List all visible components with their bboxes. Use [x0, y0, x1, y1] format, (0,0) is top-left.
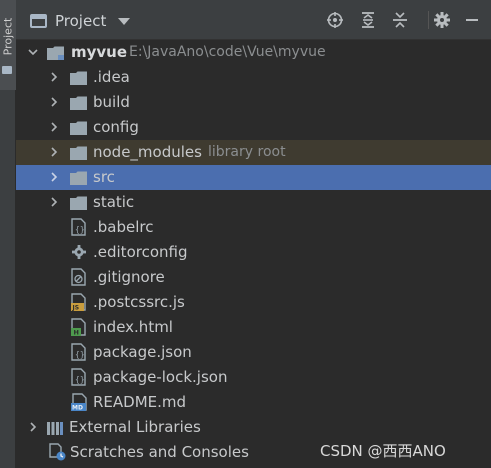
folder-icon: [70, 120, 87, 135]
root-folder-name: myvue: [71, 43, 128, 61]
tree-file-row[interactable]: JS .postcssrc.js: [16, 290, 491, 315]
gear-file-icon: [71, 243, 86, 261]
external-libraries-row[interactable]: External Libraries: [16, 415, 491, 440]
folder-icon: [70, 145, 87, 160]
tree-file-row[interactable]: {} .babelrc: [16, 215, 491, 240]
folder-name: src: [93, 168, 115, 186]
chevron-right-icon[interactable]: [28, 422, 37, 432]
chevron-right-icon[interactable]: [49, 122, 58, 132]
view-selector[interactable]: Project: [30, 10, 131, 32]
library-icon: [47, 420, 64, 435]
folder-icon: [47, 45, 64, 60]
folder-icon: [2, 66, 12, 74]
tree-folder-row-selected[interactable]: src: [16, 165, 491, 190]
root-folder-path: E:\JavaAno\code\Vue\myvue: [129, 44, 326, 60]
scratches-icon: [49, 443, 66, 461]
watermark: CSDN @西西ANO: [320, 442, 446, 460]
tree-folder-row[interactable]: node_modules library root: [16, 140, 491, 165]
chevron-right-icon[interactable]: [49, 197, 58, 207]
tree-folder-row[interactable]: build: [16, 90, 491, 115]
folder-name: .idea: [93, 68, 130, 86]
toolbar-separator: [428, 11, 429, 29]
tool-window-strip: Project: [0, 0, 16, 468]
tree-folder-row[interactable]: static: [16, 190, 491, 215]
svg-text:H: H: [74, 329, 79, 337]
file-name: .gitignore: [93, 268, 165, 286]
header-title: Project: [55, 12, 107, 30]
tree-file-row[interactable]: .editorconfig: [16, 240, 491, 265]
library-root-note: library root: [208, 144, 286, 160]
tree-file-row[interactable]: H index.html: [16, 315, 491, 340]
folder-icon: [70, 170, 87, 185]
collapse-all-icon[interactable]: [391, 11, 409, 29]
svg-text:{}: {}: [75, 350, 85, 359]
tree-file-row[interactable]: MD README.md: [16, 390, 491, 415]
svg-text:{}: {}: [75, 375, 85, 384]
json-file-icon: {}: [71, 218, 86, 236]
svg-text:JS: JS: [72, 305, 80, 312]
expand-all-icon[interactable]: [359, 11, 377, 29]
project-tool-tab-label: Project: [1, 17, 15, 56]
chevron-right-icon[interactable]: [49, 72, 58, 82]
tree-folder-row[interactable]: .idea: [16, 65, 491, 90]
tree-file-row[interactable]: .gitignore: [16, 265, 491, 290]
file-name: .editorconfig: [93, 243, 188, 261]
project-header: Project: [16, 0, 491, 40]
file-name: index.html: [93, 318, 173, 336]
file-name: README.md: [93, 393, 187, 411]
file-name: .babelrc: [93, 218, 154, 236]
external-libraries-label: External Libraries: [69, 418, 201, 436]
project-tree: myvue E:\JavaAno\code\Vue\myvue .idea bu…: [16, 40, 491, 468]
folder-name: build: [93, 93, 130, 111]
svg-text:MD: MD: [72, 405, 83, 412]
html-file-icon: H: [71, 318, 86, 337]
tree-folder-row[interactable]: config: [16, 115, 491, 140]
minimize-icon[interactable]: [463, 11, 481, 29]
svg-text:{}: {}: [75, 225, 85, 234]
file-name: .postcssrc.js: [93, 293, 185, 311]
chevron-right-icon[interactable]: [49, 172, 58, 182]
locate-icon[interactable]: [326, 11, 344, 29]
ignore-file-icon: [71, 268, 86, 286]
folder-name: node_modules: [93, 143, 202, 161]
folder-icon: [70, 195, 87, 210]
chevron-down-icon[interactable]: [28, 47, 38, 56]
chevron-down-icon: [118, 17, 131, 25]
scratches-label: Scratches and Consoles: [70, 443, 249, 461]
tree-file-row[interactable]: {} package.json: [16, 340, 491, 365]
gear-icon[interactable]: [433, 11, 451, 29]
tree-file-row[interactable]: {} package-lock.json: [16, 365, 491, 390]
json-file-icon: {}: [71, 343, 86, 361]
tree-root-row[interactable]: myvue E:\JavaAno\code\Vue\myvue: [16, 40, 491, 65]
folder-icon: [70, 70, 87, 85]
json-file-icon: {}: [71, 368, 86, 386]
project-window-icon: [30, 14, 47, 28]
md-file-icon: MD: [71, 393, 87, 412]
chevron-right-icon[interactable]: [49, 147, 58, 157]
project-tool-tab[interactable]: Project: [0, 0, 16, 90]
folder-icon: [70, 95, 87, 110]
file-name: package-lock.json: [93, 368, 228, 386]
js-file-icon: JS: [71, 293, 86, 312]
file-name: package.json: [93, 343, 192, 361]
folder-name: static: [93, 193, 135, 211]
chevron-right-icon[interactable]: [49, 97, 58, 107]
folder-name: config: [93, 118, 139, 136]
